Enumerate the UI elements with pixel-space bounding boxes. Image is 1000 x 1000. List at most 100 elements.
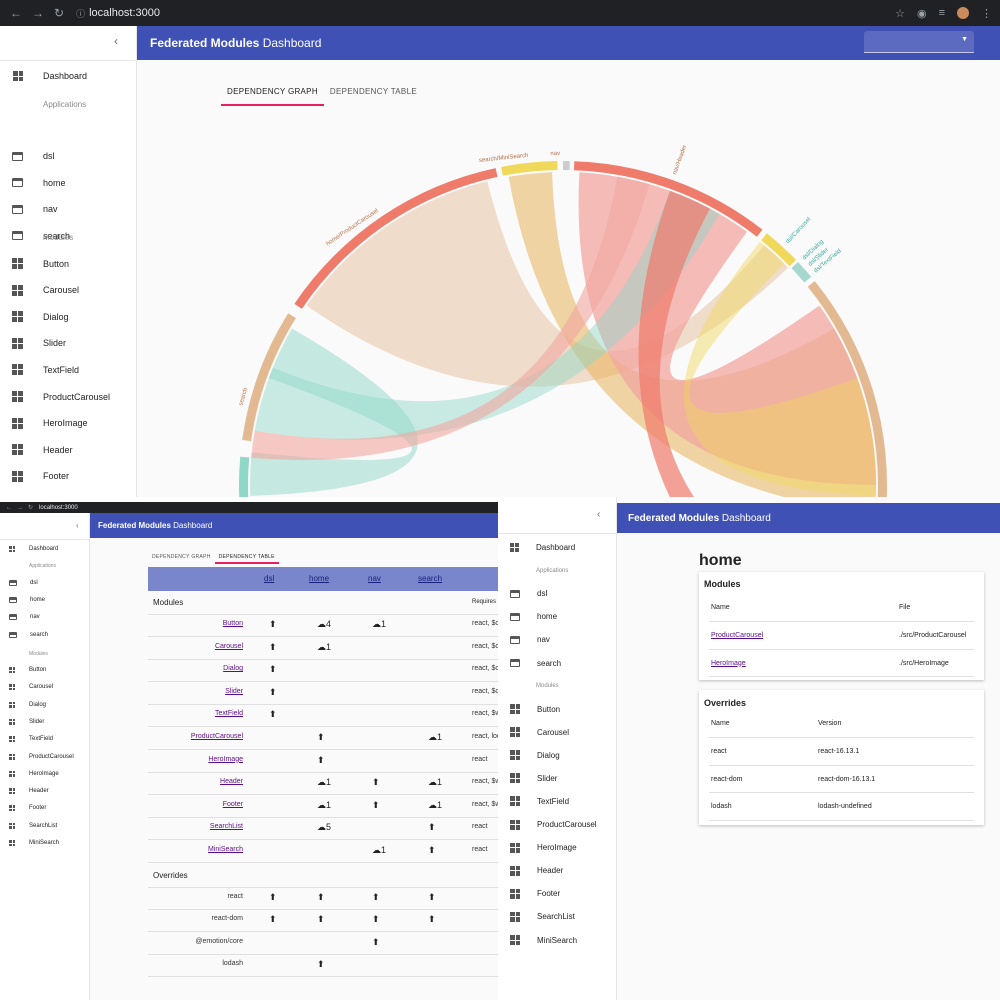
sidebar-item-mod[interactable]: Button bbox=[510, 704, 560, 714]
sidebar-item-mod[interactable]: Header bbox=[12, 444, 73, 456]
address-bar[interactable]: localhost:3000 bbox=[39, 505, 78, 511]
reload-icon[interactable]: ↻ bbox=[28, 504, 33, 511]
sidebar-item-mod[interactable]: ProductCarousel bbox=[9, 753, 74, 760]
sidebar-item-mod[interactable]: HeroImage bbox=[9, 770, 59, 777]
sidebar-item-mod[interactable]: Button bbox=[12, 258, 69, 269]
sidebar-item-app[interactable]: nav bbox=[9, 614, 40, 621]
module-link[interactable]: Carousel bbox=[215, 643, 243, 650]
sidebar-item-mod[interactable]: TextField bbox=[9, 736, 53, 743]
app-bar: Federated Modules Dashboard bbox=[617, 503, 1000, 533]
app-col-search[interactable]: search bbox=[418, 574, 442, 583]
extension-icon[interactable]: ◉ bbox=[917, 7, 927, 20]
nav-arc[interactable] bbox=[563, 161, 570, 171]
queue-icon[interactable]: ≡ bbox=[939, 7, 945, 19]
address-bar[interactable]: localhost:3000 bbox=[89, 7, 160, 19]
sidebar-item-mod[interactable]: Slider bbox=[9, 718, 44, 725]
module-link[interactable]: ProductCarousel bbox=[191, 733, 243, 740]
sidebar-item-mod[interactable]: ProductCarousel bbox=[12, 391, 110, 402]
sidebar-item-dashboard[interactable]: Dashboard bbox=[510, 543, 575, 552]
sidebar-item-mod[interactable]: Footer bbox=[510, 888, 560, 899]
sidebar-item-app[interactable]: dsl bbox=[9, 580, 38, 586]
arrow-left-icon[interactable]: ← bbox=[6, 505, 12, 511]
tab-dependency-graph[interactable]: Dependency Graph bbox=[148, 552, 215, 564]
avatar[interactable] bbox=[957, 7, 969, 19]
module-link[interactable]: MiniSearch bbox=[208, 846, 243, 853]
module-link[interactable]: Dialog bbox=[223, 665, 243, 672]
info-icon[interactable]: ⓘ bbox=[76, 7, 85, 20]
sidebar-item-mod[interactable]: Button bbox=[9, 667, 46, 673]
module-link[interactable]: HeroImage bbox=[711, 660, 746, 667]
chevron-left-icon[interactable]: ‹ bbox=[597, 509, 600, 520]
module-link[interactable]: Button bbox=[223, 620, 243, 627]
module-link[interactable]: Header bbox=[220, 778, 243, 785]
sidebar-item-mod[interactable]: Dialog bbox=[9, 701, 46, 708]
sidebar-item-mod[interactable]: Carousel bbox=[510, 727, 569, 738]
sidebar-item-mod[interactable]: Slider bbox=[510, 773, 557, 784]
module-icon bbox=[510, 727, 520, 738]
sidebar-item-app[interactable]: search bbox=[510, 659, 561, 668]
sidebar-item-dashboard[interactable]: Dashboard bbox=[13, 71, 87, 81]
sidebar-item-label: TextField bbox=[537, 796, 570, 806]
module-link[interactable]: Footer bbox=[223, 801, 243, 808]
sidebar-item-mod[interactable]: TextField bbox=[12, 364, 79, 376]
chevron-left-icon[interactable]: ‹ bbox=[76, 521, 79, 530]
sidebar-item-mod[interactable]: SearchList bbox=[9, 822, 57, 829]
module-link[interactable]: SearchList bbox=[210, 823, 243, 830]
app-selector[interactable]: ▼ bbox=[864, 31, 974, 53]
sidebar-item-mod[interactable]: Carousel bbox=[9, 684, 53, 691]
module-icon bbox=[510, 819, 520, 830]
sidebar-item-dashboard[interactable]: Dashboard bbox=[9, 546, 58, 552]
requires-title: Requires bbox=[472, 599, 497, 605]
module-link[interactable]: ProductCarousel bbox=[711, 632, 763, 639]
sidebar-item-mod[interactable]: HeroImage bbox=[510, 842, 577, 853]
sidebar-item-app[interactable]: nav bbox=[12, 204, 58, 214]
sidebar-item-mod[interactable]: Footer bbox=[9, 805, 46, 812]
sidebar-item-mod[interactable]: Header bbox=[9, 788, 49, 795]
sidebar-item-mod[interactable]: Header bbox=[510, 865, 563, 876]
app-col-home[interactable]: home bbox=[309, 574, 329, 583]
sidebar-item-app[interactable]: home bbox=[510, 612, 557, 621]
requires-cell: react bbox=[472, 823, 488, 831]
app-col-nav[interactable]: nav bbox=[368, 574, 381, 583]
sidebar-item-mod[interactable]: SearchList bbox=[510, 911, 575, 922]
module-link[interactable]: TextField bbox=[215, 710, 243, 717]
arrow-right-icon[interactable]: → bbox=[17, 505, 23, 511]
sidebar-item-mod[interactable]: HeroImage bbox=[12, 417, 88, 429]
application-icon bbox=[510, 635, 520, 644]
sidebar-item-app[interactable]: search bbox=[9, 631, 48, 638]
sidebar-item-app[interactable]: dsl bbox=[12, 151, 55, 161]
sidebar-item-label: Dashboard bbox=[43, 71, 88, 81]
sidebar-item-app[interactable]: dsl bbox=[510, 589, 547, 598]
sidebar-item-mod[interactable]: Dialog bbox=[12, 311, 69, 323]
sidebar-item-mod[interactable]: TextField bbox=[510, 796, 570, 807]
sidebar-item-mod[interactable]: Carousel bbox=[12, 284, 80, 296]
sidebar-item-mod[interactable]: Dialog bbox=[510, 750, 560, 761]
sidebar-item-app[interactable]: home bbox=[12, 178, 66, 188]
dashboard-icon bbox=[510, 543, 519, 552]
override-name: @emotion/core bbox=[195, 937, 243, 945]
sidebar-item-mod[interactable]: MiniSearch bbox=[510, 935, 577, 945]
star-icon[interactable]: ☆ bbox=[895, 7, 905, 20]
sidebar-item-mod[interactable]: Footer bbox=[12, 470, 69, 482]
chevron-left-icon[interactable]: ‹ bbox=[114, 34, 118, 48]
app-col-dsl[interactable]: dsl bbox=[264, 574, 274, 583]
sidebar-item-label: home bbox=[30, 597, 46, 604]
sidebar-item-mod[interactable]: ProductCarousel bbox=[510, 819, 597, 830]
left-teal-arc[interactable] bbox=[239, 456, 250, 497]
sidebar-item-label: Carousel bbox=[43, 285, 80, 296]
module-link[interactable]: HeroImage bbox=[208, 756, 243, 763]
reload-icon[interactable]: ↻ bbox=[54, 6, 64, 20]
sidebar-item-mod[interactable]: Slider bbox=[12, 337, 66, 349]
application-icon bbox=[12, 231, 23, 241]
provides-icon: ⬆ bbox=[428, 822, 436, 833]
module-link[interactable]: Slider bbox=[225, 688, 243, 695]
arrow-right-icon[interactable]: → bbox=[32, 6, 44, 20]
sidebar-item-app[interactable]: home bbox=[9, 597, 46, 604]
arrow-left-icon[interactable]: ← bbox=[10, 6, 22, 20]
sidebar-item-app[interactable]: nav bbox=[510, 635, 550, 644]
more-icon[interactable]: ⋮ bbox=[981, 7, 992, 20]
consumes-icon: ☁1 bbox=[317, 799, 332, 810]
tab-dependency-table[interactable]: Dependency Table bbox=[214, 552, 280, 564]
override-name: lodash bbox=[711, 803, 732, 810]
sidebar-item-mod[interactable]: MiniSearch bbox=[9, 840, 59, 846]
